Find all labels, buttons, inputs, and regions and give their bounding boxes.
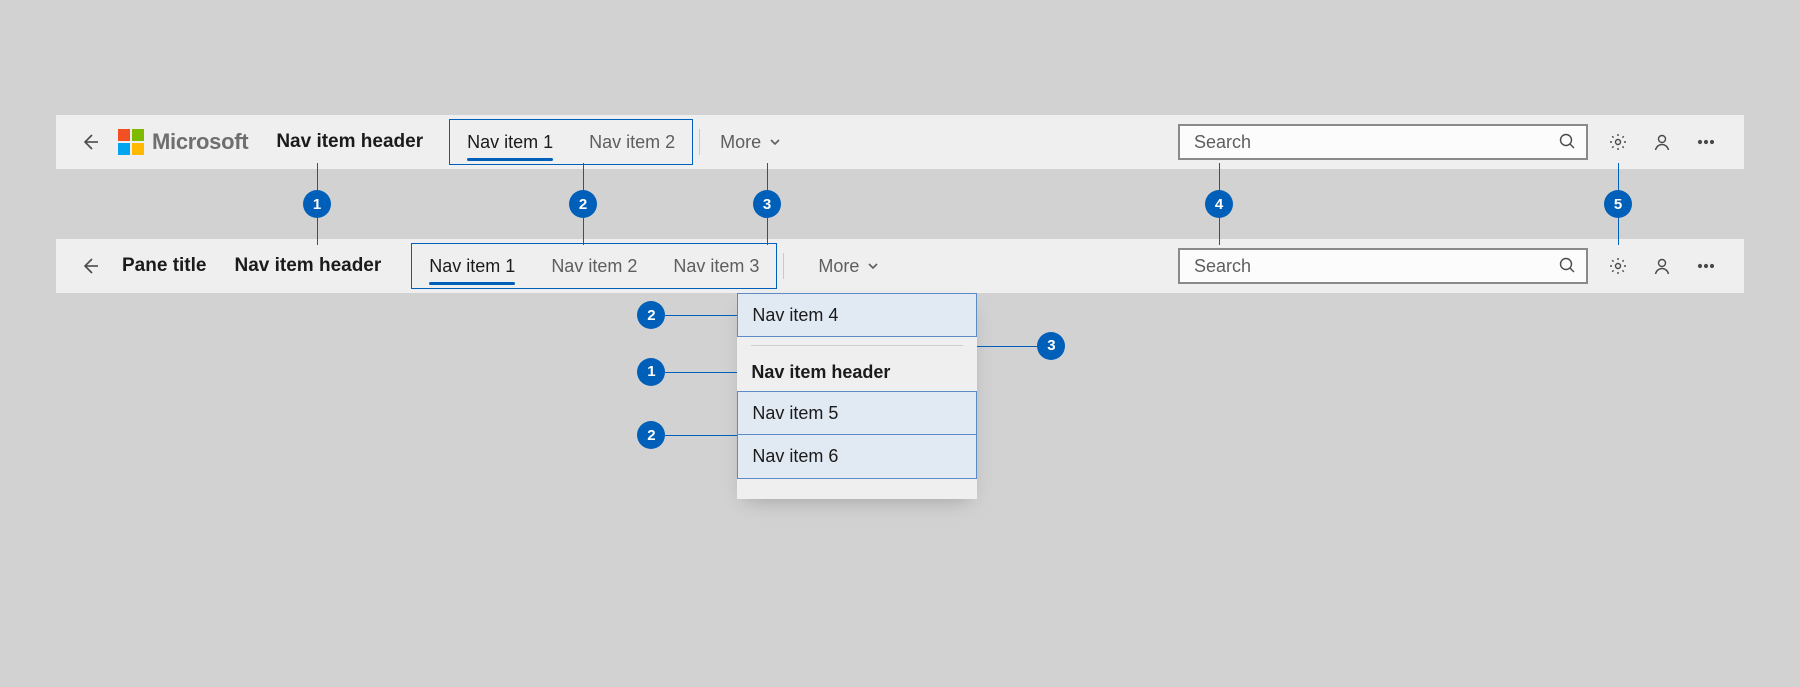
right-icon-cluster	[1596, 120, 1728, 164]
search-icon	[1558, 132, 1576, 153]
nav-item-label: Nav item 1	[429, 256, 515, 277]
overflow-section-header: Nav item header	[737, 352, 977, 391]
annotation-badge-3: 3	[753, 190, 781, 218]
vertical-divider	[699, 129, 700, 155]
nav-item-label: Nav item 3	[673, 256, 759, 277]
gear-icon	[1608, 132, 1628, 152]
overflow-item-label: Nav item 6	[752, 446, 838, 467]
pane-title: Pane title	[122, 255, 206, 277]
annotation-badge-1: 1	[303, 190, 331, 218]
search-icon	[1558, 256, 1576, 277]
nav-item-3[interactable]: Nav item 3	[655, 239, 777, 293]
nav-item-label: Nav item 2	[551, 256, 637, 277]
more-label: More	[818, 256, 859, 277]
more-overflow-button[interactable]: More	[790, 239, 893, 293]
back-arrow-icon	[80, 256, 100, 276]
microsoft-wordmark: Microsoft	[152, 129, 248, 155]
account-button[interactable]	[1640, 120, 1684, 164]
person-icon	[1652, 132, 1672, 152]
chevron-down-icon	[769, 136, 781, 148]
nav-item-2[interactable]: Nav item 2	[533, 239, 655, 293]
right-icon-cluster	[1596, 244, 1728, 288]
account-button[interactable]	[1640, 244, 1684, 288]
menu-separator	[751, 345, 963, 346]
annotation-badge-1: 1	[637, 358, 665, 386]
annotation-badge-5: 5	[1604, 190, 1632, 218]
overflow-item-label: Nav item 5	[752, 403, 838, 424]
overflow-item-4[interactable]: Nav item 4	[737, 293, 977, 337]
annotation-badge-2: 2	[637, 421, 665, 449]
nav-item-label: Nav item 2	[589, 132, 675, 153]
nav-items-group: Nav item 1 Nav item 2 Nav item 3	[411, 239, 777, 293]
overflow-item-label: Nav item 4	[752, 305, 838, 326]
ellipsis-icon	[1696, 256, 1716, 276]
vertical-divider	[783, 253, 784, 279]
back-arrow-icon	[80, 132, 100, 152]
more-overflow-button[interactable]: More	[706, 115, 795, 169]
overflow-item-6[interactable]: Nav item 6	[737, 435, 977, 479]
nav-item-1[interactable]: Nav item 1	[411, 239, 533, 293]
search-input[interactable]	[1192, 255, 1550, 278]
nav-item-header: Nav item header	[272, 131, 427, 153]
diagram-canvas: Microsoft Nav item header Nav item 1 Nav…	[0, 0, 1800, 293]
more-label: More	[720, 132, 761, 153]
nav-item-1[interactable]: Nav item 1	[449, 115, 571, 169]
back-button[interactable]	[68, 244, 112, 288]
search-box[interactable]	[1178, 248, 1588, 284]
microsoft-logo-tiles	[118, 129, 144, 155]
top-nav-bar-2: Pane title Nav item header Nav item 1 Na…	[56, 239, 1744, 293]
ellipsis-icon	[1696, 132, 1716, 152]
annotation-badge-2: 2	[569, 190, 597, 218]
search-box[interactable]	[1178, 124, 1588, 160]
annotation-badge-3: 3	[1037, 332, 1065, 360]
nav-item-2[interactable]: Nav item 2	[571, 115, 693, 169]
person-icon	[1652, 256, 1672, 276]
nav-item-header: Nav item header	[230, 255, 385, 277]
search-input[interactable]	[1192, 131, 1550, 154]
settings-button[interactable]	[1596, 120, 1640, 164]
gear-icon	[1608, 256, 1628, 276]
settings-button[interactable]	[1596, 244, 1640, 288]
nav-items-group: Nav item 1 Nav item 2	[449, 115, 693, 169]
more-actions-button[interactable]	[1684, 244, 1728, 288]
chevron-down-icon	[867, 260, 879, 272]
overflow-item-5[interactable]: Nav item 5	[737, 391, 977, 435]
annotation-badge-2: 2	[637, 301, 665, 329]
more-overflow-menu: Nav item 4 Nav item header Nav item 5 Na…	[737, 293, 977, 499]
back-button[interactable]	[68, 120, 112, 164]
microsoft-logo: Microsoft	[118, 129, 248, 155]
annotation-badge-4: 4	[1205, 190, 1233, 218]
top-nav-bar-1: Microsoft Nav item header Nav item 1 Nav…	[56, 115, 1744, 169]
more-actions-button[interactable]	[1684, 120, 1728, 164]
nav-item-label: Nav item 1	[467, 132, 553, 153]
